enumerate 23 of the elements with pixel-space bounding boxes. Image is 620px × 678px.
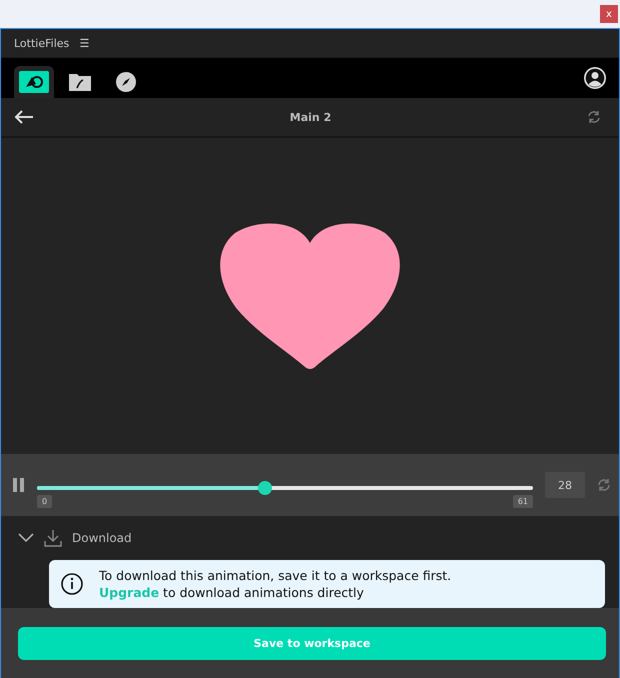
compass-icon (116, 72, 136, 92)
loop-icon[interactable] (597, 478, 611, 492)
pause-icon[interactable] (13, 478, 25, 492)
end-frame: 61 (512, 494, 533, 508)
shapes-icon (19, 71, 49, 93)
start-frame: 0 (37, 494, 52, 508)
avatar-icon[interactable] (583, 66, 607, 90)
frame-field[interactable]: 28 (545, 472, 585, 498)
info-icon (61, 573, 83, 595)
app-title: LottieFiles (14, 36, 70, 50)
refresh-icon[interactable] (587, 110, 601, 124)
menu-button[interactable]: ☰ (79, 36, 90, 50)
slider-thumb[interactable] (258, 480, 272, 494)
folder-icon (68, 72, 92, 92)
tab[interactable] (14, 66, 54, 98)
download-icon (44, 529, 62, 547)
download-label[interactable]: Download (72, 531, 132, 545)
notice-text: Upgrade to download animations directly (99, 585, 365, 600)
notice-text: To download this animation, save it to a workspace first. (99, 568, 452, 583)
back-arrow-icon[interactable] (14, 110, 34, 124)
close-button[interactable]: x (600, 5, 618, 23)
animation-title: Main 2 (290, 110, 332, 124)
chevron-down-icon[interactable] (18, 533, 34, 543)
